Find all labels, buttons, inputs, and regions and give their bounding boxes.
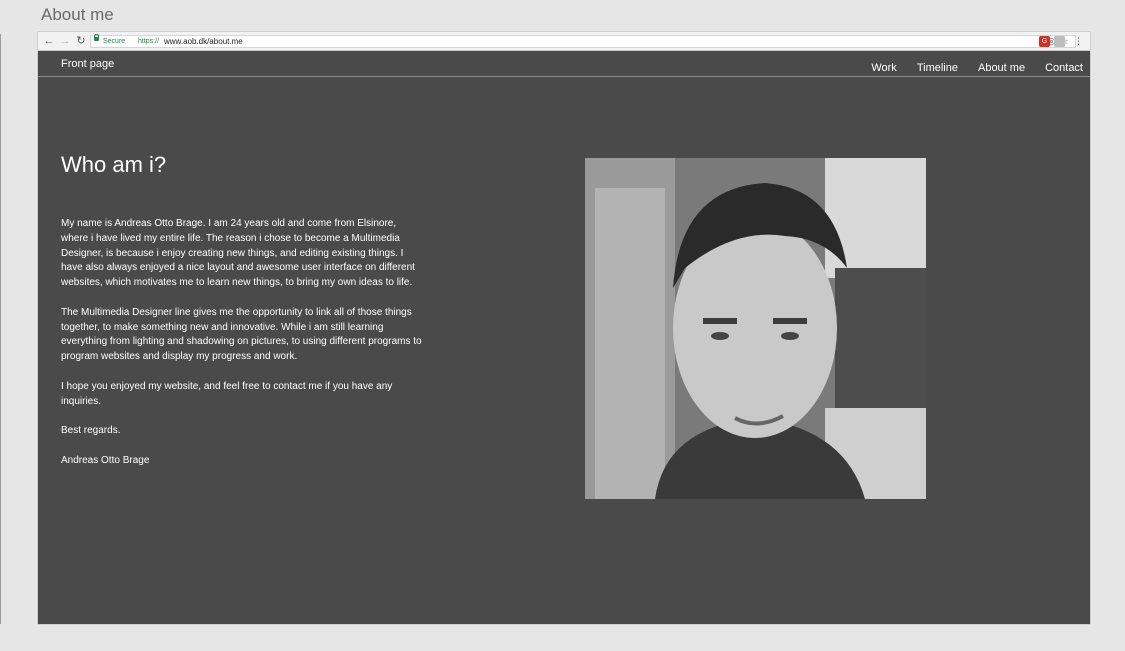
nav-link-contact[interactable]: Contact [1045,62,1083,74]
menu-icon[interactable]: ⋮ [1073,36,1084,47]
bio-paragraph: The Multimedia Designer line gives me th… [61,306,422,363]
back-icon[interactable]: ← [43,34,55,48]
signature: Andreas Otto Brage [61,454,150,466]
extension-icon[interactable] [1054,36,1065,47]
profile-photo-image [585,158,926,499]
nav-link-work[interactable]: Work [871,62,896,74]
extension-icon[interactable]: G [1039,36,1050,47]
secure-label: Secure [103,38,126,45]
left-divider [0,34,1,624]
nav-links: Work Timeline About me Contact [871,62,1083,74]
page-title: Who am i? [61,152,167,177]
page-caption: About me [41,5,114,24]
nav-link-timeline[interactable]: Timeline [917,62,958,74]
reload-icon[interactable]: ↻ [75,34,87,48]
browser-window: ← → ↻ Secure https:// www.aob.dk/about.m… [38,32,1090,624]
greeting: Best regards. [61,425,121,437]
lock-icon [94,34,99,41]
url-scheme: https:// [138,38,160,45]
profile-photo [585,158,926,499]
bio-paragraph: I hope you enjoyed my website, and feel … [61,380,393,407]
browser-toolbar: ← → ↻ Secure https:// www.aob.dk/about.m… [38,32,1090,51]
url-text: www.aob.dk/about.me [164,37,243,46]
forward-icon[interactable]: → [59,34,71,48]
front-page-link[interactable]: Front page [61,58,114,70]
nav-link-about-me[interactable]: About me [978,62,1025,74]
bio-text: My name is Andreas Otto Brage. I am 24 y… [61,217,423,483]
address-bar[interactable]: Secure https:// www.aob.dk/about.me ◎ ☆ [90,34,1076,48]
bio-paragraph: My name is Andreas Otto Brage. I am 24 y… [61,218,415,289]
site-navigation: Front page Work Timeline About me Contac… [38,52,1090,77]
